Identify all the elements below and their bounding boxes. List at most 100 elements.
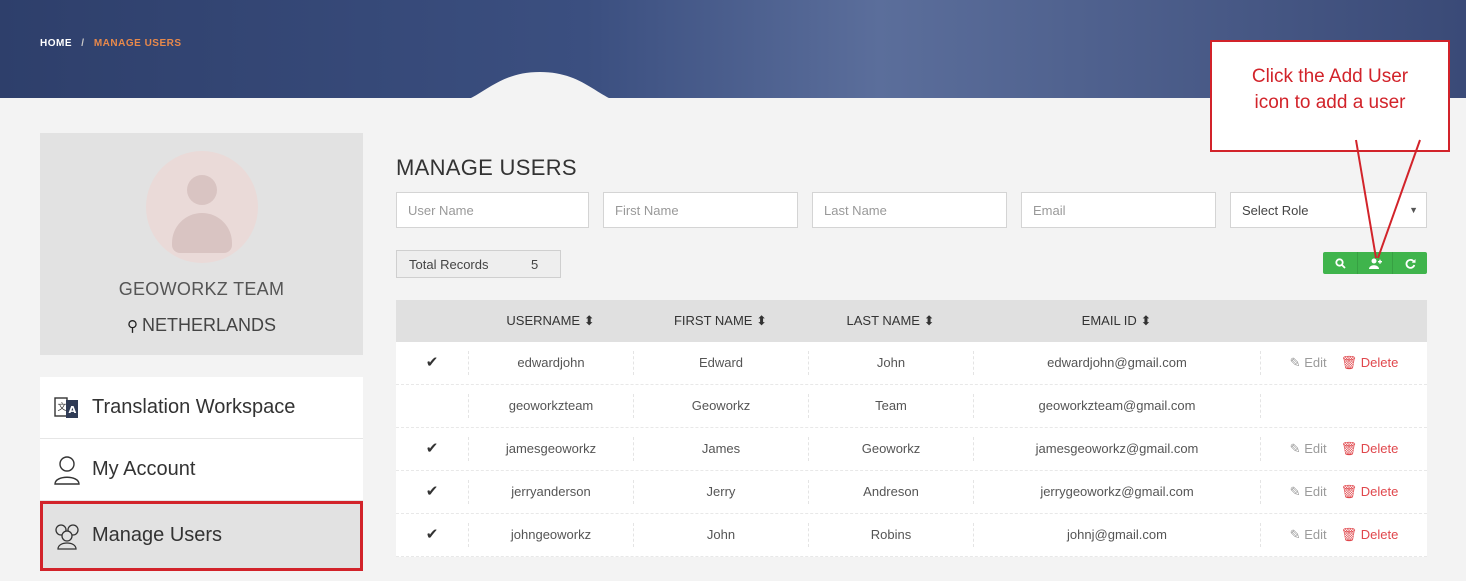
trash-icon: 🗑 [1340,441,1358,456]
edit-button[interactable]: ✎ Edit [1290,480,1327,504]
cell-username: jerryanderson [468,480,633,504]
header-last-name[interactable]: LAST NAME ⬍ [808,313,973,329]
cell-last-name: Team [808,394,973,418]
user-icon [52,455,82,485]
search-icon [1334,257,1346,269]
header-label: USERNAME [506,313,581,328]
table-row[interactable]: ✔ jamesgeoworkz James Geoworkz jamesgeoworkz… [396,428,1427,471]
table-row[interactable]: geoworkzteam Geoworkz Team geoworkzteam@gma… [396,385,1427,428]
header-email[interactable]: EMAIL ID ⬍ [973,313,1260,329]
sidebar-nav: 文 A Translation Workspace My Account Man… [40,377,363,571]
svg-text:文: 文 [58,401,67,413]
users-icon [52,521,82,551]
email-filter-input[interactable]: Email [1021,192,1216,228]
trash-icon: 🗑 [1340,355,1358,370]
add-user-icon [1368,258,1382,269]
cell-actions: ✎ Edit 🗑 Delete [1260,437,1427,461]
profile-name: GEOWORKZ TEAM [118,279,285,299]
trash-icon: 🗑 [1340,484,1358,499]
table-row[interactable]: ✔ jerryanderson Jerry Andreson jerrygeoworkz… [396,471,1427,514]
sidebar-item-translation-workspace[interactable]: 文 A Translation Workspace [40,377,363,439]
refresh-button[interactable] [1393,252,1427,274]
sort-icon: ⬍ [923,313,935,328]
profile-card: GEOWORKZ TEAM ⚲ NETHERLANDS [40,133,363,355]
edit-button[interactable]: ✎ Edit [1290,523,1327,547]
table-row[interactable]: ✔ edwardjohn Edward John edwardjohn@gmail.co… [396,342,1427,385]
cell-first-name: John [633,523,808,547]
refresh-icon [1405,258,1415,269]
sidebar-item-label: My Account [92,458,196,480]
table-body: ✔ edwardjohn Edward John edwardjohn@gmail.co… [396,342,1427,557]
delete-button[interactable]: 🗑 Delete [1341,480,1399,504]
delete-label: Delete [1360,441,1399,456]
cell-last-name: Andreson [808,480,973,504]
header-label: LAST NAME [846,313,920,328]
edit-icon: ✎ [1289,441,1301,456]
delete-label: Delete [1360,527,1399,542]
role-select[interactable]: Select Role ▼ [1230,192,1427,228]
edit-icon: ✎ [1289,355,1301,370]
edit-label: Edit [1304,441,1327,456]
translate-icon: 文 A [52,393,82,423]
breadcrumb: HOME / MANAGE USERS [40,38,182,49]
toolbar-button-group [1323,252,1427,274]
table-header: USERNAME ⬍ FIRST NAME ⬍ LAST NAME ⬍ EMAI… [396,300,1427,342]
sidebar-item-my-account[interactable]: My Account [40,439,363,501]
cell-actions: ✎ Edit 🗑 Delete [1260,523,1427,547]
search-button[interactable] [1323,252,1358,274]
sidebar-item-manage-users[interactable]: Manage Users [40,501,363,571]
breadcrumb-home[interactable]: HOME [40,38,72,49]
cell-first-name: Edward [633,351,808,375]
firstname-filter-input[interactable]: First Name [603,192,798,228]
checkmark-icon: ✔ [425,354,439,371]
delete-button[interactable]: 🗑 Delete [1341,523,1399,547]
sort-icon: ⬍ [756,313,768,328]
cell-username: jamesgeoworkz [468,437,633,461]
row-check: ✔ [396,480,468,504]
edit-label: Edit [1304,484,1327,499]
cell-username: geoworkzteam [468,394,633,418]
username-filter-input[interactable]: User Name [396,192,589,228]
lastname-filter-input[interactable]: Last Name [812,192,1007,228]
chevron-down-icon: ▼ [1409,205,1418,215]
role-select-value: Select Role [1242,203,1309,218]
callout-line-2: icon to add a user [1254,92,1406,113]
profile-location-text: NETHERLANDS [141,315,277,335]
annotation-callout: Click the Add User icon to add a user [1210,40,1450,152]
cell-actions: ✎ Edit 🗑 Delete [1260,480,1427,504]
add-user-button[interactable] [1358,252,1393,274]
header-username[interactable]: USERNAME ⬍ [468,313,633,329]
page-title: MANAGE USERS [396,155,577,180]
breadcrumb-separator: / [81,38,85,49]
trash-icon: 🗑 [1340,527,1358,542]
delete-button[interactable]: 🗑 Delete [1341,437,1399,461]
profile-location: ⚲ NETHERLANDS [40,315,363,336]
cell-actions [1260,394,1427,418]
cell-username: johngeoworkz [468,523,633,547]
users-table: USERNAME ⬍ FIRST NAME ⬍ LAST NAME ⬍ EMAI… [396,300,1427,557]
cell-email: edwardjohn@gmail.com [973,351,1260,375]
row-check: ✔ [396,437,468,461]
row-check: ✔ [396,523,468,547]
delete-label: Delete [1360,484,1399,499]
checkmark-icon: ✔ [425,483,439,500]
sidebar-item-label: Manage Users [92,524,223,546]
callout-line-1: Click the Add User [1251,66,1409,87]
delete-button[interactable]: 🗑 Delete [1341,351,1399,375]
edit-button[interactable]: ✎ Edit [1290,351,1327,375]
cell-first-name: Geoworkz [633,394,808,418]
total-records-count: 5 [531,257,539,272]
sort-icon: ⬍ [1140,313,1152,328]
banner-wave [440,72,640,106]
cell-last-name: Robins [808,523,973,547]
edit-label: Edit [1304,527,1327,542]
edit-icon: ✎ [1289,527,1301,542]
cell-username: edwardjohn [468,351,633,375]
edit-button[interactable]: ✎ Edit [1290,437,1327,461]
table-row[interactable]: ✔ johngeoworkz John Robins johnj@gmail.com ✎ … [396,514,1427,557]
svg-text:A: A [69,405,77,416]
edit-icon: ✎ [1289,484,1301,499]
header-label: EMAIL ID [1081,313,1137,328]
header-first-name[interactable]: FIRST NAME ⬍ [633,313,808,329]
checkmark-icon: ✔ [425,440,439,457]
